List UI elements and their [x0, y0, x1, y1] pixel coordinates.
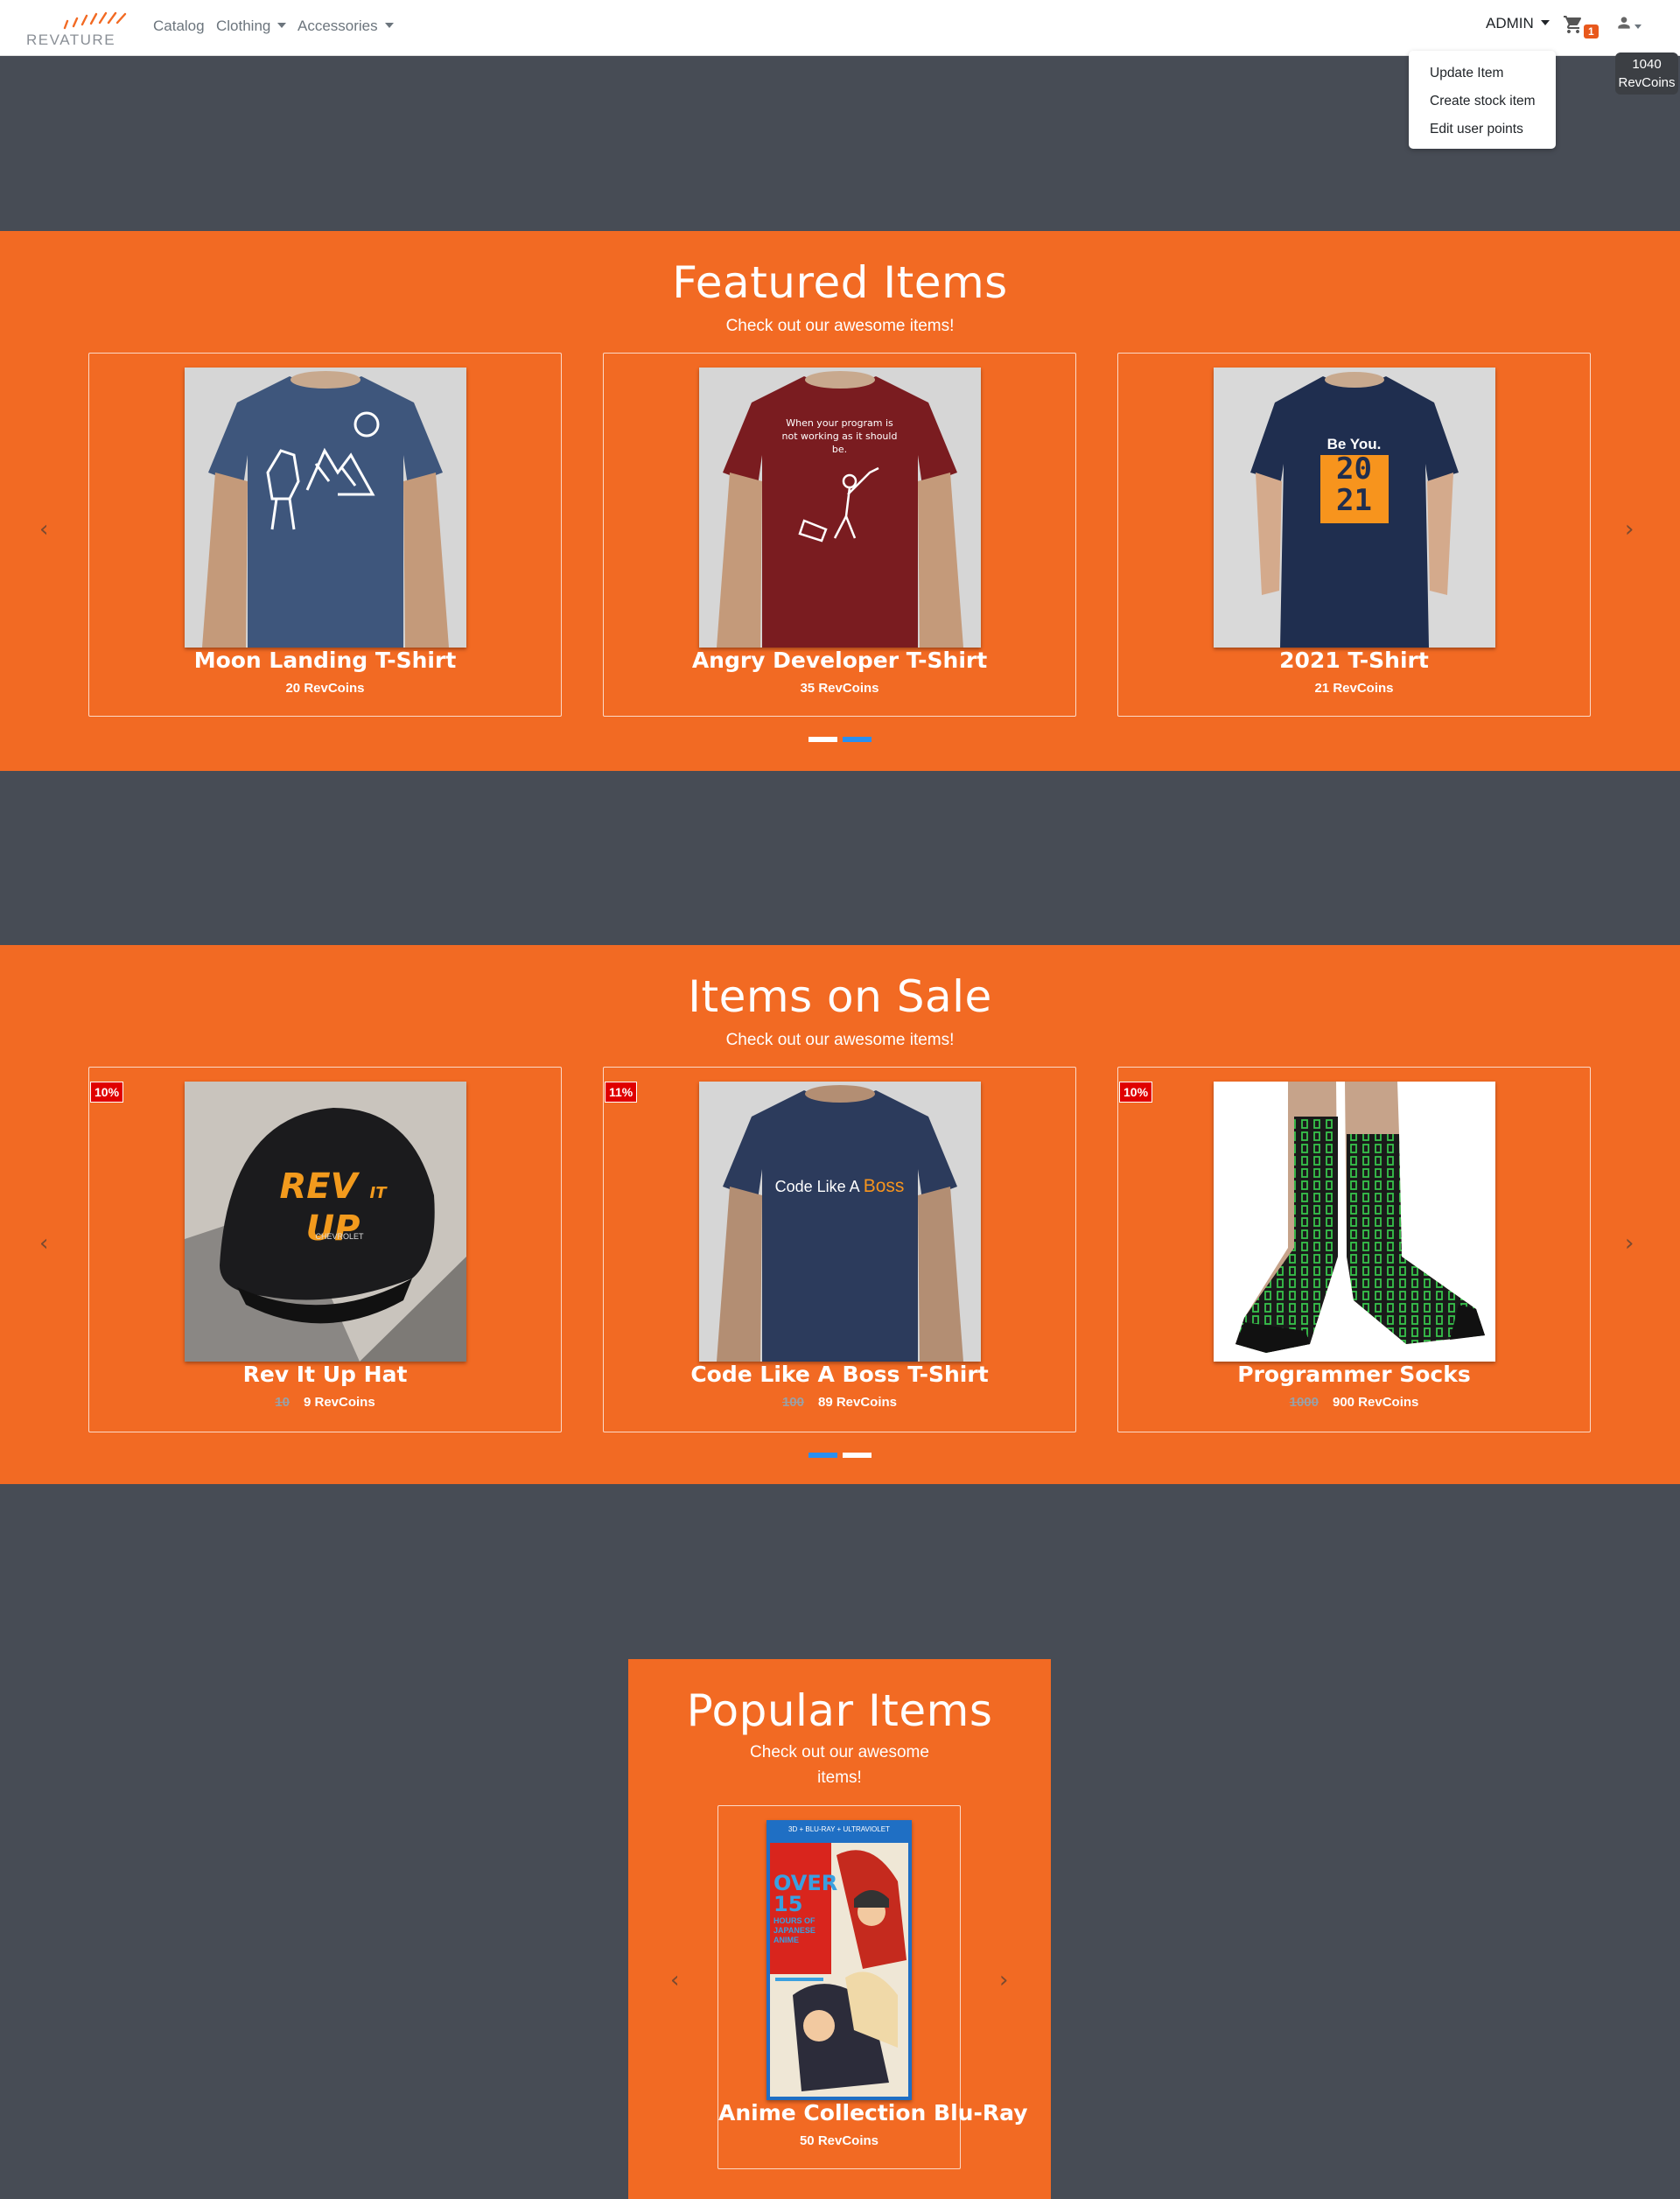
- revature-logo[interactable]: REVATURE: [24, 9, 135, 48]
- product-card[interactable]: When your program is not working as it s…: [603, 353, 1076, 717]
- carousel-indicator-active[interactable]: [808, 1453, 837, 1458]
- hat-sponsor-text: CHEVROLET: [315, 1232, 364, 1241]
- original-price: 10: [275, 1395, 290, 1410]
- popular-section: Popular Items Check out our awesome item…: [628, 1659, 1051, 2199]
- product-image: [184, 368, 466, 648]
- product-image: Be You. 20 21: [1213, 368, 1495, 648]
- original-price: 1000: [1289, 1395, 1319, 1410]
- caret-down-icon: [1634, 25, 1642, 29]
- caret-down-icon: [277, 23, 287, 28]
- shirt-print-digits: 20 21: [1336, 452, 1372, 518]
- product-card[interactable]: Moon Landing T-Shirt 20 RevCoins: [88, 353, 562, 717]
- cart-icon: [1564, 16, 1582, 33]
- product-card[interactable]: 3D + BLU-RAY + ULTRAVIOLET OVER 15 HOURS…: [718, 1805, 1028, 2169]
- chevron-left-icon: ‹: [670, 1967, 680, 1993]
- featured-title: Featured Items: [672, 257, 1008, 308]
- chevron-left-icon: ‹: [39, 1230, 49, 1257]
- product-image: Code Like A Boss: [698, 1082, 981, 1362]
- sale-carousel-indicators: [0, 1446, 1680, 1458]
- popular-prev-arrow[interactable]: ‹: [670, 1967, 679, 1993]
- admin-dropdown-menu: Update Item Create stock item Edit user …: [1409, 51, 1556, 149]
- chevron-left-icon: ‹: [39, 516, 49, 543]
- caret-down-icon: [1540, 20, 1550, 25]
- top-navbar: REVATURE Catalog Clothing Accessories AD…: [0, 0, 1680, 56]
- product-price: 21 RevCoins: [1314, 681, 1394, 696]
- revcoins-unit: RevCoins: [1618, 75, 1676, 90]
- featured-prev-arrow[interactable]: ‹: [39, 516, 48, 543]
- menu-update-item[interactable]: Update Item: [1409, 60, 1556, 88]
- carousel-indicator[interactable]: [843, 1453, 872, 1458]
- product-price: 100 89 RevCoins: [604, 1395, 1075, 1410]
- product-price: 1000 900 RevCoins: [1118, 1395, 1590, 1410]
- sale-prev-arrow[interactable]: ‹: [39, 1230, 48, 1257]
- sale-section: Items on Sale Check out our awesome item…: [0, 945, 1680, 1484]
- revcoins-value: 1040: [1632, 57, 1662, 72]
- product-image: [1213, 1082, 1495, 1362]
- product-image: REV IT UP CHEVROLET: [184, 1082, 466, 1362]
- original-price: 100: [781, 1395, 804, 1410]
- popular-title: Popular Items: [686, 1685, 993, 1736]
- shirt-print-text: Code Like A Boss: [774, 1176, 905, 1196]
- carousel-indicator-active[interactable]: [843, 737, 872, 742]
- sale-price: 9 RevCoins: [303, 1395, 375, 1410]
- product-name: 2021 T-Shirt: [1279, 648, 1429, 673]
- sale-subtitle: Check out our awesome items!: [725, 1031, 955, 1049]
- product-name: Moon Landing T-Shirt: [193, 648, 457, 673]
- popular-subtitle: Check out our awesome items!: [750, 1743, 929, 1787]
- cart-count-badge: 1: [1584, 25, 1599, 39]
- caret-down-icon: [384, 23, 394, 28]
- logo-arc-icon: [63, 11, 127, 30]
- bluray-cover-small-text: HOURS OF JAPANESE ANIME: [774, 1916, 816, 1944]
- shirt-print-text: Be You.: [1326, 436, 1382, 452]
- product-name: Rev It Up Hat: [242, 1362, 408, 1387]
- shirt-print-text: When your program is not working as it s…: [781, 417, 898, 455]
- product-name: Code Like A Boss T-Shirt: [690, 1362, 989, 1387]
- menu-edit-user-points[interactable]: Edit user points: [1409, 116, 1556, 144]
- admin-dropdown-toggle[interactable]: ADMIN: [1486, 15, 1550, 32]
- sale-price: 900 RevCoins: [1332, 1395, 1419, 1410]
- featured-carousel-indicators: [0, 731, 1680, 742]
- chevron-right-icon: ›: [999, 1967, 1009, 1993]
- user-icon: [1618, 17, 1630, 29]
- product-name: Programmer Socks: [1237, 1362, 1471, 1387]
- menu-create-stock-item[interactable]: Create stock item: [1409, 88, 1556, 116]
- bluray-cover-big-text: OVER 15: [774, 1871, 838, 1916]
- product-name: Anime Collection Blu-Ray: [718, 2100, 1028, 2125]
- featured-subtitle: Check out our awesome items!: [725, 317, 955, 335]
- product-name: Angry Developer T-Shirt: [691, 648, 988, 673]
- featured-section: Featured Items Check out our awesome ite…: [0, 231, 1680, 771]
- sale-next-arrow[interactable]: ›: [1625, 1230, 1634, 1257]
- featured-next-arrow[interactable]: ›: [1625, 516, 1634, 543]
- cart-button[interactable]: 1: [1563, 14, 1600, 40]
- product-price: 20 RevCoins: [285, 681, 365, 696]
- sale-price: 89 RevCoins: [817, 1395, 898, 1410]
- popular-next-arrow[interactable]: ›: [999, 1967, 1008, 1993]
- chevron-right-icon: ›: [1625, 516, 1634, 543]
- product-image: 3D + BLU-RAY + ULTRAVIOLET OVER 15 HOURS…: [766, 1820, 912, 2100]
- product-card[interactable]: Be You. 20 21 2021 T-Shirt 21 RevCoins: [1117, 353, 1591, 717]
- product-price: 35 RevCoins: [800, 681, 879, 696]
- product-price: 10 9 RevCoins: [89, 1395, 561, 1410]
- nav-clothing-dropdown[interactable]: Clothing: [216, 18, 287, 35]
- nav-catalog[interactable]: Catalog: [153, 18, 205, 35]
- discount-badge: 10%: [1119, 1082, 1153, 1103]
- chevron-right-icon: ›: [1625, 1230, 1634, 1257]
- revcoins-balance-tooltip: 1040 RevCoins: [1615, 53, 1678, 95]
- nav-accessories-dropdown[interactable]: Accessories: [298, 18, 394, 35]
- discount-badge: 10%: [90, 1082, 124, 1103]
- carousel-indicator[interactable]: [808, 737, 837, 742]
- product-price: 50 RevCoins: [799, 2133, 879, 2148]
- logo-text: REVATURE: [26, 32, 116, 48]
- product-card[interactable]: Code Like A Boss 11% Code Like A Boss T-…: [603, 1067, 1076, 1432]
- sale-title: Items on Sale: [688, 971, 992, 1022]
- bluray-cover-top: 3D + BLU-RAY + ULTRAVIOLET: [788, 1825, 890, 1833]
- discount-badge: 11%: [605, 1082, 638, 1103]
- product-image: When your program is not working as it s…: [698, 368, 981, 648]
- product-card[interactable]: REV IT UP CHEVROLET 10% Rev It Up Hat 10 9…: [88, 1067, 562, 1432]
- user-menu-toggle[interactable]: [1615, 14, 1650, 37]
- product-card[interactable]: 10% Programmer Socks 1000 900 RevCoins: [1117, 1067, 1591, 1432]
